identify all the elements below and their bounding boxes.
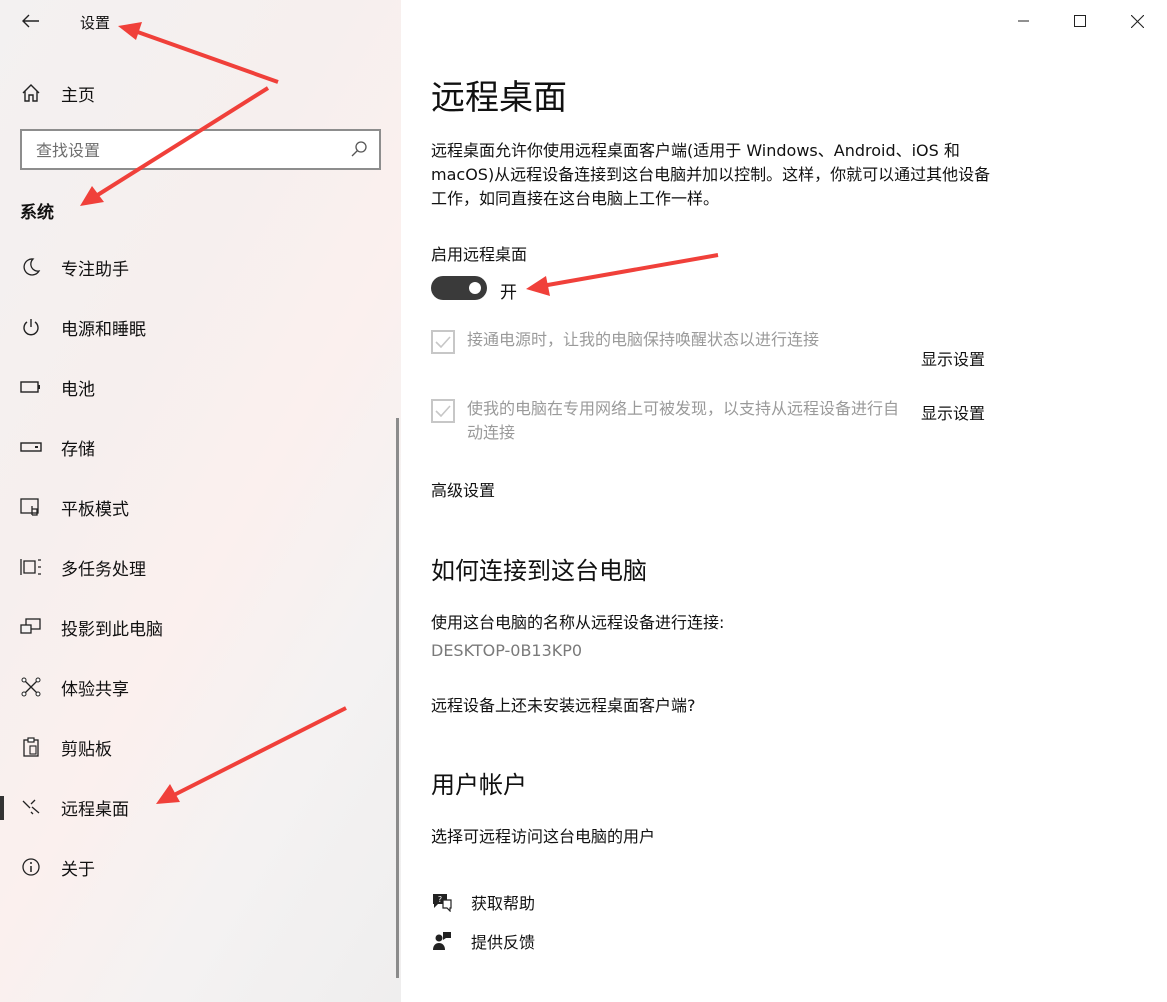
sidebar-item-home[interactable]: 主页 [0,72,401,114]
sidebar-item-label: 剪贴板 [61,739,112,760]
keep-awake-label: 接通电源时，让我的电脑保持唤醒状态以进行连接 [467,330,820,349]
search-icon[interactable] [349,140,369,160]
use-pc-name-text: 使用这台电脑的名称从远程设备进行连接: [431,613,725,632]
sidebar-item-label: 电池 [61,379,95,400]
show-settings-link-1[interactable]: 显示设置 [921,346,985,370]
sidebar-item-battery[interactable]: 电池 [0,362,401,412]
give-feedback-label: 提供反馈 [471,933,536,952]
sidebar-scrollbar[interactable] [396,418,399,978]
sidebar-item-label: 平板模式 [61,499,129,520]
sidebar-item-label: 存储 [61,439,95,460]
toggle-state-label: 开 [500,283,517,303]
toggle-knob [469,282,481,294]
shared-experiences-icon [19,675,43,699]
app-title: 设置 [80,14,111,32]
show-settings-link-2[interactable]: 显示设置 [921,400,985,424]
no-client-link[interactable]: 远程设备上还未安装远程桌面客户端? [431,692,696,716]
sidebar-item-label: 体验共享 [61,679,129,700]
sidebar-item-storage[interactable]: 存储 [0,422,401,472]
sidebar-item-shared-experiences[interactable]: 体验共享 [0,662,401,712]
select-users-link[interactable]: 选择可远程访问这台电脑的用户 [431,823,655,847]
discoverable-checkbox[interactable] [431,399,455,423]
enable-remote-desktop-label: 启用远程桌面 [431,245,528,264]
search-input[interactable] [36,139,336,161]
sidebar-item-label: 远程桌面 [61,799,129,820]
sidebar-item-label: 主页 [61,85,95,106]
give-feedback-link[interactable]: 提供反馈 [431,927,535,955]
sidebar-item-about[interactable]: 关于 [0,842,401,892]
remote-desktop-icon [19,795,43,819]
storage-icon [19,435,43,459]
clipboard-icon [19,735,43,759]
sidebar-item-label: 专注助手 [61,259,129,280]
advanced-settings-link[interactable]: 高级设置 [431,477,495,501]
back-arrow-icon [22,14,39,28]
sidebar-item-label: 关于 [61,859,95,880]
pc-name-value: DESKTOP-0B13KP0 [431,641,583,660]
projecting-icon [19,615,43,639]
sidebar-item-tablet-mode[interactable]: 平板模式 [0,482,401,532]
main-content: 远程桌面 远程桌面允许你使用远程桌面客户端(适用于 Windows、Androi… [401,0,1167,1002]
sidebar-item-focus-assist[interactable]: 专注助手 [0,242,401,292]
checkmark-icon [435,336,451,348]
remote-desktop-toggle[interactable] [431,276,487,300]
sidebar-item-label: 多任务处理 [61,559,146,580]
sidebar: 设置 主页 系统 专注助手 电源和睡眠 电池 存储 平板模式 多任务处理 投影到… [0,0,401,1002]
back-button[interactable] [14,6,48,36]
how-to-connect-heading: 如何连接到这台电脑 [431,557,647,585]
description-text: 远程桌面允许你使用远程桌面客户端(适用于 Windows、Android、iOS… [431,141,991,208]
page-title: 远程桌面 [431,78,567,118]
sidebar-item-label: 投影到此电脑 [61,619,163,640]
sidebar-item-remote-desktop[interactable]: 远程桌面 [0,782,401,832]
home-icon [19,81,43,105]
power-icon [19,315,43,339]
tablet-mode-icon [19,495,43,519]
discoverable-label: 使我的电脑在专用网络上可被发现，以支持从远程设备进行自动连接 [467,399,900,442]
svg-text:?: ? [438,895,442,904]
sidebar-item-power-sleep[interactable]: 电源和睡眠 [0,302,401,352]
help-chat-icon: ? [431,891,453,913]
moon-icon [19,255,43,279]
info-icon [19,855,43,879]
checkmark-icon [435,405,451,417]
sidebar-item-projecting[interactable]: 投影到此电脑 [0,602,401,652]
search-box[interactable] [20,129,381,170]
get-help-link[interactable]: ? 获取帮助 [431,888,535,916]
keep-awake-checkbox[interactable] [431,330,455,354]
selection-indicator [0,796,4,820]
sidebar-item-clipboard[interactable]: 剪贴板 [0,722,401,772]
battery-icon [19,375,43,399]
feedback-person-icon [431,930,453,952]
multitasking-icon [19,555,43,579]
get-help-label: 获取帮助 [471,894,536,913]
section-heading: 系统 [20,203,54,223]
user-accounts-heading: 用户帐户 [431,771,527,799]
sidebar-item-multitasking[interactable]: 多任务处理 [0,542,401,592]
sidebar-item-label: 电源和睡眠 [61,319,146,340]
